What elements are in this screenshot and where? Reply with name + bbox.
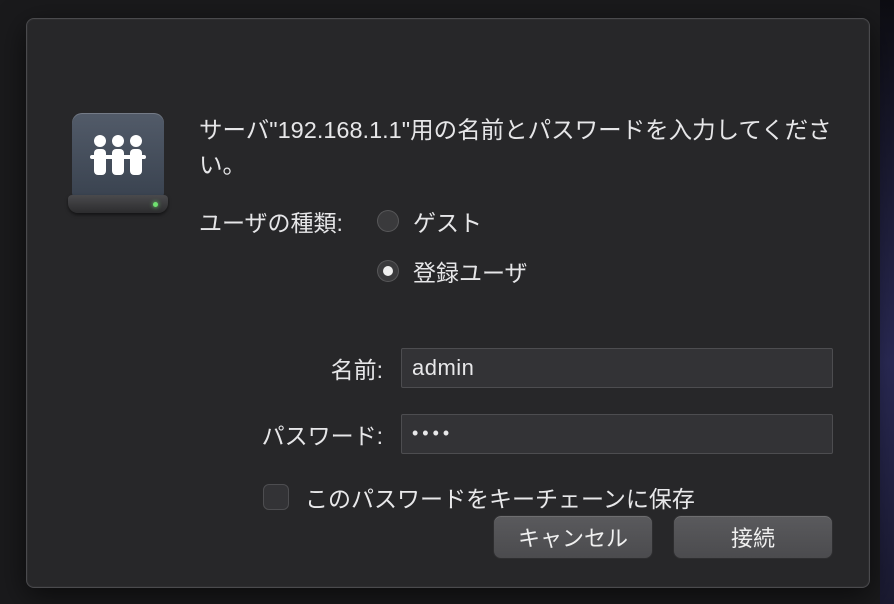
radio-icon <box>377 210 399 232</box>
keychain-label: このパスワードをキーチェーンに保存 <box>305 480 695 514</box>
name-input[interactable] <box>401 348 833 388</box>
connect-button-label: 接続 <box>731 521 775 553</box>
radio-icon <box>377 260 399 282</box>
dialog-message: サーバ"192.168.1.1"用の名前とパスワードを入力してください。 <box>199 113 833 184</box>
registered-label: 登録ユーザ <box>413 254 528 288</box>
keychain-checkbox-row[interactable]: このパスワードをキーチェーンに保存 <box>263 480 833 514</box>
server-auth-dialog: サーバ"192.168.1.1"用の名前とパスワードを入力してください。 ユーザ… <box>26 18 870 588</box>
user-type-registered-radio[interactable]: 登録ユーザ <box>377 254 528 288</box>
guest-label: ゲスト <box>413 204 482 238</box>
user-type-label: ユーザの種類: <box>199 204 359 238</box>
people-icon <box>86 131 150 179</box>
connect-button[interactable]: 接続 <box>673 515 833 559</box>
server-icon <box>63 113 173 288</box>
background-edge <box>880 0 894 604</box>
name-label: 名前: <box>63 351 383 385</box>
cancel-button-label: キャンセル <box>518 521 628 553</box>
password-input[interactable] <box>401 414 833 454</box>
cancel-button[interactable]: キャンセル <box>493 515 653 559</box>
password-label: パスワード: <box>63 417 383 451</box>
user-type-guest-radio[interactable]: ゲスト <box>377 204 528 238</box>
checkbox-icon <box>263 484 289 510</box>
